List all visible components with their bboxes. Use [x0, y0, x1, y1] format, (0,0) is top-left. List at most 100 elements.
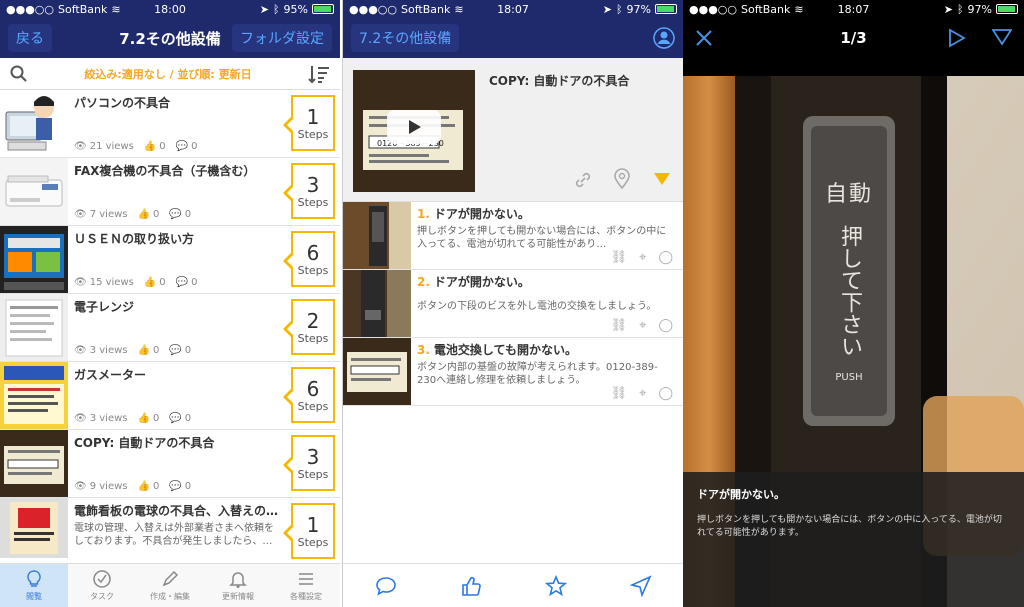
status-bar: ●●●○○ SoftBank ≋ 18:07 ➤ ᛒ 97% [343, 0, 683, 18]
triangle-down-icon[interactable] [992, 28, 1012, 46]
list-item[interactable]: COPY: 自動ドアの不具合 👁 9 views 👍 0 💬 0 3 Steps [0, 430, 340, 498]
step-thumbnail [343, 202, 411, 269]
bluetooth-icon: ᛒ [956, 2, 964, 16]
thumbs-up-icon[interactable] [460, 575, 482, 597]
top-chrome: ●●●○○ SoftBank ≋ 18:00 ➤ ᛒ 95% 戻る 7.2その他設備 フ… [0, 0, 340, 58]
list-screen: ●●●○○ SoftBank ≋ 18:00 ➤ ᛒ 95% 戻る 7.2その他設備 フ… [0, 0, 340, 607]
filter-text[interactable]: 絞込み:適用なし / 並び順: 更新日 [84, 66, 251, 82]
steps-badge: 1 Steps [283, 95, 335, 151]
status-bar: ●●●○○ SoftBank ≋ 18:07 ➤ ᛒ 97% [683, 0, 1024, 18]
location-pin-icon[interactable] [613, 168, 631, 190]
comments: 💬 0 [169, 481, 192, 492]
comments: 💬 0 [169, 345, 192, 356]
triangle-down-icon[interactable] [653, 172, 671, 186]
steps-badge: 3 Steps [283, 163, 335, 219]
battery-percent: 97% [967, 2, 992, 16]
back-button[interactable]: 7.2その他設備 [351, 24, 460, 52]
step-description: ボタンの下段のビスを外し電池の交換をしましょう。 [417, 301, 657, 312]
step-list: 1. ドアが開かない。 押しボタンを押しても開かない場合には、ボタンの中に入ってる… [343, 202, 683, 406]
comment-icon: 💬 [169, 345, 182, 356]
steps-badge: 1 Steps [283, 503, 335, 559]
photo-viewer-screen: ●●●○○ SoftBank ≋ 18:07 ➤ ᛒ 97% 1/3 自動 押し… [683, 0, 1024, 607]
wifi-icon: ≋ [794, 2, 804, 16]
list-item[interactable]: ガスメーター 👁 3 views 👍 0 💬 0 6 Steps [0, 362, 340, 430]
comment-icon: 💬 [169, 413, 182, 424]
list-item[interactable]: 電飾看板の電球の不具合、入替えの… 電球の管理、入替えは外部業者さまへ依頼をして… [0, 498, 340, 559]
steps-badge: 6 Steps [283, 231, 335, 287]
thumbs-up-icon: 👍 [143, 277, 157, 288]
likes: 👍 0 [137, 413, 160, 424]
back-button[interactable]: 戻る [8, 24, 52, 52]
location-icon: ➤ [259, 2, 269, 16]
thumbnail-fax-image [0, 158, 68, 225]
manual-list: パソコンの不具合 👁 21 views 👍 0 💬 0 1 Steps FAX複合機の不… [0, 90, 340, 559]
location-icon: ➤ [943, 2, 953, 16]
views: 👁 21 views [74, 141, 134, 152]
comment-icon[interactable]: ◯ [658, 386, 673, 401]
thumbnail-usen-image [0, 226, 68, 293]
link-icon[interactable]: ⛓ [611, 386, 628, 401]
detail-screen: ●●●○○SoftBank≋ 18:07 ➤ᛒ97% 7.2その他設備 0120… [342, 0, 683, 607]
comments: 💬 0 [175, 141, 198, 152]
likes: 👍 0 [143, 141, 166, 152]
tab-settings[interactable]: 各種設定 [272, 564, 340, 607]
item-title: ＵＳＥＮの取り扱い方 [74, 232, 195, 246]
signal-icon: ●●●○○ [349, 2, 397, 16]
search-icon[interactable] [10, 65, 28, 83]
tab-updates[interactable]: 更新情報 [204, 564, 272, 607]
comment-icon[interactable] [375, 576, 397, 596]
step-thumbnail [343, 338, 411, 405]
user-icon[interactable] [653, 27, 675, 49]
check-circle-icon [93, 570, 111, 588]
tab-browse[interactable]: 閲覧 [0, 564, 68, 607]
link-icon[interactable] [573, 170, 593, 190]
comment-icon: 💬 [175, 141, 189, 152]
eye-icon: 👁 [74, 345, 87, 356]
list-item[interactable]: 電子レンジ 👁 3 views 👍 0 💬 0 2 Steps [0, 294, 340, 362]
step-title: ドアが開かない。 [433, 207, 530, 221]
tab-edit[interactable]: 作成・編集 [136, 564, 204, 607]
list-item[interactable]: ＵＳＥＮの取り扱い方 👁 15 views 👍 0 💬 0 6 Steps [0, 226, 340, 294]
battery-percent: 97% [626, 2, 651, 16]
link-icon[interactable]: ⛓ [611, 250, 628, 265]
steps-badge: 3 Steps [283, 435, 335, 491]
step-item[interactable]: 1. ドアが開かない。 押しボタンを押しても開かない場合には、ボタンの中に入ってる… [343, 202, 683, 270]
link-icon[interactable]: ⛓ [611, 318, 628, 333]
location-pin-icon[interactable]: ⌖ [639, 250, 646, 265]
item-title: パソコンの不具合 [74, 96, 171, 110]
filter-bar: 絞込み:適用なし / 並び順: 更新日 [0, 58, 340, 90]
battery-percent: 95% [283, 2, 308, 16]
play-icon[interactable] [948, 28, 966, 48]
viewer-nav-bar: 1/3 [683, 18, 1024, 58]
nav-bar: 戻る 7.2その他設備 フォルダ設定 [0, 18, 340, 58]
steps-badge: 2 Steps [283, 299, 335, 355]
item-title: COPY: 自動ドアの不具合 [74, 436, 215, 450]
comment-icon[interactable]: ◯ [658, 318, 673, 333]
menu-icon [299, 573, 313, 585]
carrier: SoftBank [58, 2, 108, 16]
play-button[interactable] [387, 110, 441, 144]
thumbnail-pc-icon [0, 90, 68, 157]
close-icon[interactable] [695, 29, 713, 47]
wifi-icon: ≋ [111, 2, 121, 16]
location-pin-icon[interactable]: ⌖ [639, 386, 646, 401]
send-icon[interactable] [629, 574, 652, 597]
step-description: ボタン内部の基盤の故障が考えられます。0120-389-230へ連絡し修理を依頼… [417, 362, 658, 386]
step-item[interactable]: 3. 電池交換しても開かない。 ボタン内部の基盤の故障が考えられます。0120-3… [343, 338, 683, 406]
eye-icon: 👁 [74, 413, 87, 424]
list-item[interactable]: パソコンの不具合 👁 21 views 👍 0 💬 0 1 Steps [0, 90, 340, 158]
bell-icon [229, 572, 247, 588]
star-icon[interactable] [544, 574, 567, 597]
eye-icon: 👁 [74, 209, 87, 220]
step-item[interactable]: 2. ドアが開かない。 ボタンの下段のビスを外し電池の交換をしましょう。 ⛓ ⌖ … [343, 270, 683, 338]
item-title: 電子レンジ [74, 300, 135, 314]
manual-header: 0120－389－230 COPY: 自動ドアの不具合 [343, 58, 683, 202]
video-thumbnail[interactable]: 0120－389－230 [353, 70, 475, 192]
tab-tasks[interactable]: タスク [68, 564, 136, 607]
location-pin-icon[interactable]: ⌖ [639, 318, 646, 333]
sort-icon[interactable] [308, 64, 330, 84]
thumbs-up-icon: 👍 [137, 413, 150, 424]
list-item[interactable]: FAX複合機の不具合（子機含む） 👁 7 views 👍 0 💬 0 3 Steps [0, 158, 340, 226]
folder-settings-button[interactable]: フォルダ設定 [232, 24, 332, 52]
comment-icon[interactable]: ◯ [658, 250, 673, 265]
